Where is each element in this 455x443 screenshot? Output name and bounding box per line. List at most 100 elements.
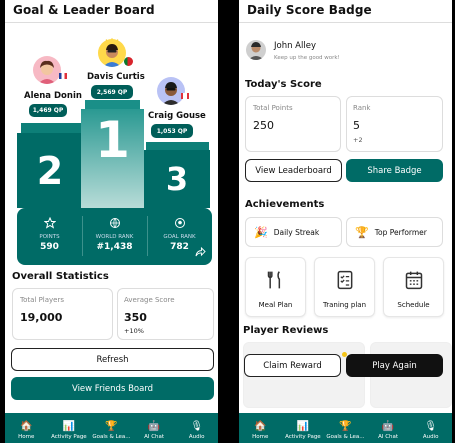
portugal-flag-icon	[124, 57, 133, 66]
avatar-craig[interactable]	[157, 77, 185, 105]
play-again-button[interactable]: Play Again	[346, 354, 443, 377]
user-name: John Alley	[274, 41, 316, 51]
nav-label: AI Chat	[378, 434, 399, 440]
nav-label: Home	[18, 434, 35, 440]
nav-goals[interactable]: 🏆 Goals & Lea...	[324, 413, 367, 443]
card-change: +2	[353, 136, 363, 144]
home-icon: 🏠	[20, 421, 33, 432]
daily-score-screen: Daily Score Badge John Alley Keep up the…	[239, 0, 452, 443]
stat-label: GOAL RANK	[163, 234, 196, 240]
rank-number: 1	[95, 111, 130, 169]
avatar-davis[interactable]	[98, 39, 126, 67]
share-icon[interactable]	[195, 242, 206, 261]
rank-card: Rank 5 +2	[346, 96, 443, 152]
stats-card: POINTS 590 WORLD RANK #1,438 GOAL RANK 7…	[17, 208, 212, 265]
avatar-user[interactable]	[246, 40, 266, 60]
trophy-icon: 🏆	[105, 421, 118, 432]
card-label: Average Score	[124, 296, 175, 304]
podium-3: 3	[144, 150, 210, 208]
stat-label: WORLD RANK	[95, 234, 134, 240]
nav-home[interactable]: 🏠 Home	[239, 413, 282, 443]
divider	[5, 22, 218, 23]
home-icon: 🏠	[254, 421, 267, 432]
canada-flag-icon	[181, 93, 189, 99]
trophy-icon: 🏆	[339, 421, 352, 432]
achievement-label: Daily Streak	[273, 227, 320, 237]
refresh-button[interactable]: Refresh	[11, 348, 214, 371]
card-value: 250	[253, 119, 274, 132]
podium-1: 1	[81, 109, 144, 208]
nav-label: Activity Page	[285, 434, 321, 440]
achievements-title: Achievements	[245, 199, 325, 210]
chart-icon: 📊	[296, 421, 310, 432]
nav-home[interactable]: 🏠 Home	[5, 413, 48, 443]
stat-label: POINTS	[39, 234, 60, 240]
utensils-icon	[246, 270, 305, 290]
mic-icon: 🎙	[424, 421, 438, 432]
france-flag-icon	[59, 73, 67, 79]
rank-number: 2	[36, 148, 64, 193]
tile-label: Meal Plan	[258, 301, 293, 309]
todays-score-title: Today's Score	[245, 79, 322, 90]
robot-icon: 🤖	[147, 421, 161, 432]
nav-ai-chat[interactable]: 🤖 AI Chat	[367, 413, 410, 443]
rank-number: 3	[165, 160, 189, 198]
card-value: 5	[353, 119, 360, 132]
daily-streak-badge[interactable]: 🎉 Daily Streak	[245, 217, 342, 247]
nav-label: Goals & Lea...	[326, 434, 365, 440]
nav-activity[interactable]: 📊 Activity Page	[48, 413, 91, 443]
nav-label: Home	[252, 434, 269, 440]
soccer-ball-icon	[147, 217, 212, 229]
player-name: Craig Gouse	[148, 111, 206, 121]
stat-value: 590	[40, 242, 59, 252]
chart-icon: 📊	[62, 421, 76, 432]
player-reviews-title: Player Reviews	[243, 325, 329, 336]
meal-plan-tile[interactable]: Meal Plan	[245, 257, 306, 317]
total-points-card: Total Points 250	[245, 96, 341, 152]
robot-icon: 🤖	[381, 421, 395, 432]
player-name: Davis Curtis	[87, 72, 145, 82]
nav-audio[interactable]: 🎙 Audio	[175, 413, 218, 443]
page-title: Goal & Leader Board	[13, 3, 155, 17]
tile-label: Schedule	[397, 301, 430, 309]
training-plan-tile[interactable]: Traning plan	[314, 257, 375, 317]
bottom-nav: 🏠 Home 📊 Activity Page 🏆 Goals & Lea... 🤖 AI…	[5, 413, 218, 443]
podium-2: 2	[17, 133, 83, 208]
trophy-icon: 🏆	[355, 225, 369, 239]
schedule-tile[interactable]: Schedule	[383, 257, 444, 317]
nav-activity[interactable]: 📊 Activity Page	[282, 413, 325, 443]
crown-icon	[105, 31, 119, 46]
nav-label: Activity Page	[51, 434, 87, 440]
bottom-nav: 🏠 Home 📊 Activity Page 🏆 Goals & Lea... 🤖 AI…	[239, 413, 452, 443]
nav-label: AI Chat	[144, 434, 165, 440]
stat-value: #1,438	[96, 242, 133, 252]
card-value: 19,000	[20, 311, 63, 324]
stat-world-rank: WORLD RANK #1,438	[82, 208, 147, 265]
nav-ai-chat[interactable]: 🤖 AI Chat	[133, 413, 176, 443]
leaderboard-screen: Goal & Leader Board Alena Donin Davis Cu…	[5, 0, 218, 443]
view-leaderboard-button[interactable]: View Leaderboard	[245, 159, 342, 182]
qp-badge: 1,053 QP	[151, 124, 193, 138]
card-value: 350	[124, 311, 147, 324]
card-label: Rank	[353, 104, 371, 112]
avatar-alena[interactable]	[33, 56, 61, 84]
tile-label: Traning plan	[322, 301, 366, 309]
divider	[239, 22, 452, 23]
qp-badge: 1,469 QP	[29, 104, 67, 117]
checklist-icon	[315, 270, 374, 290]
card-change: +10%	[124, 327, 144, 335]
share-badge-button[interactable]: Share Badge	[346, 159, 443, 182]
calendar-icon	[384, 270, 443, 290]
view-friends-board-button[interactable]: View Friends Board	[11, 377, 214, 400]
player-name: Alena Donin	[24, 91, 82, 101]
top-performer-badge[interactable]: 🏆 Top Performer	[346, 217, 443, 247]
achievement-label: Top Performer	[374, 227, 427, 237]
nav-label: Audio	[188, 434, 205, 440]
claim-reward-button[interactable]: Claim Reward	[244, 354, 341, 377]
stat-points: POINTS 590	[17, 208, 82, 265]
nav-goals[interactable]: 🏆 Goals & Lea...	[90, 413, 133, 443]
nav-audio[interactable]: 🎙 Audio	[409, 413, 452, 443]
mic-icon: 🎙	[190, 421, 204, 432]
page-title: Daily Score Badge	[247, 3, 372, 17]
overall-statistics-title: Overall Statistics	[12, 271, 109, 282]
